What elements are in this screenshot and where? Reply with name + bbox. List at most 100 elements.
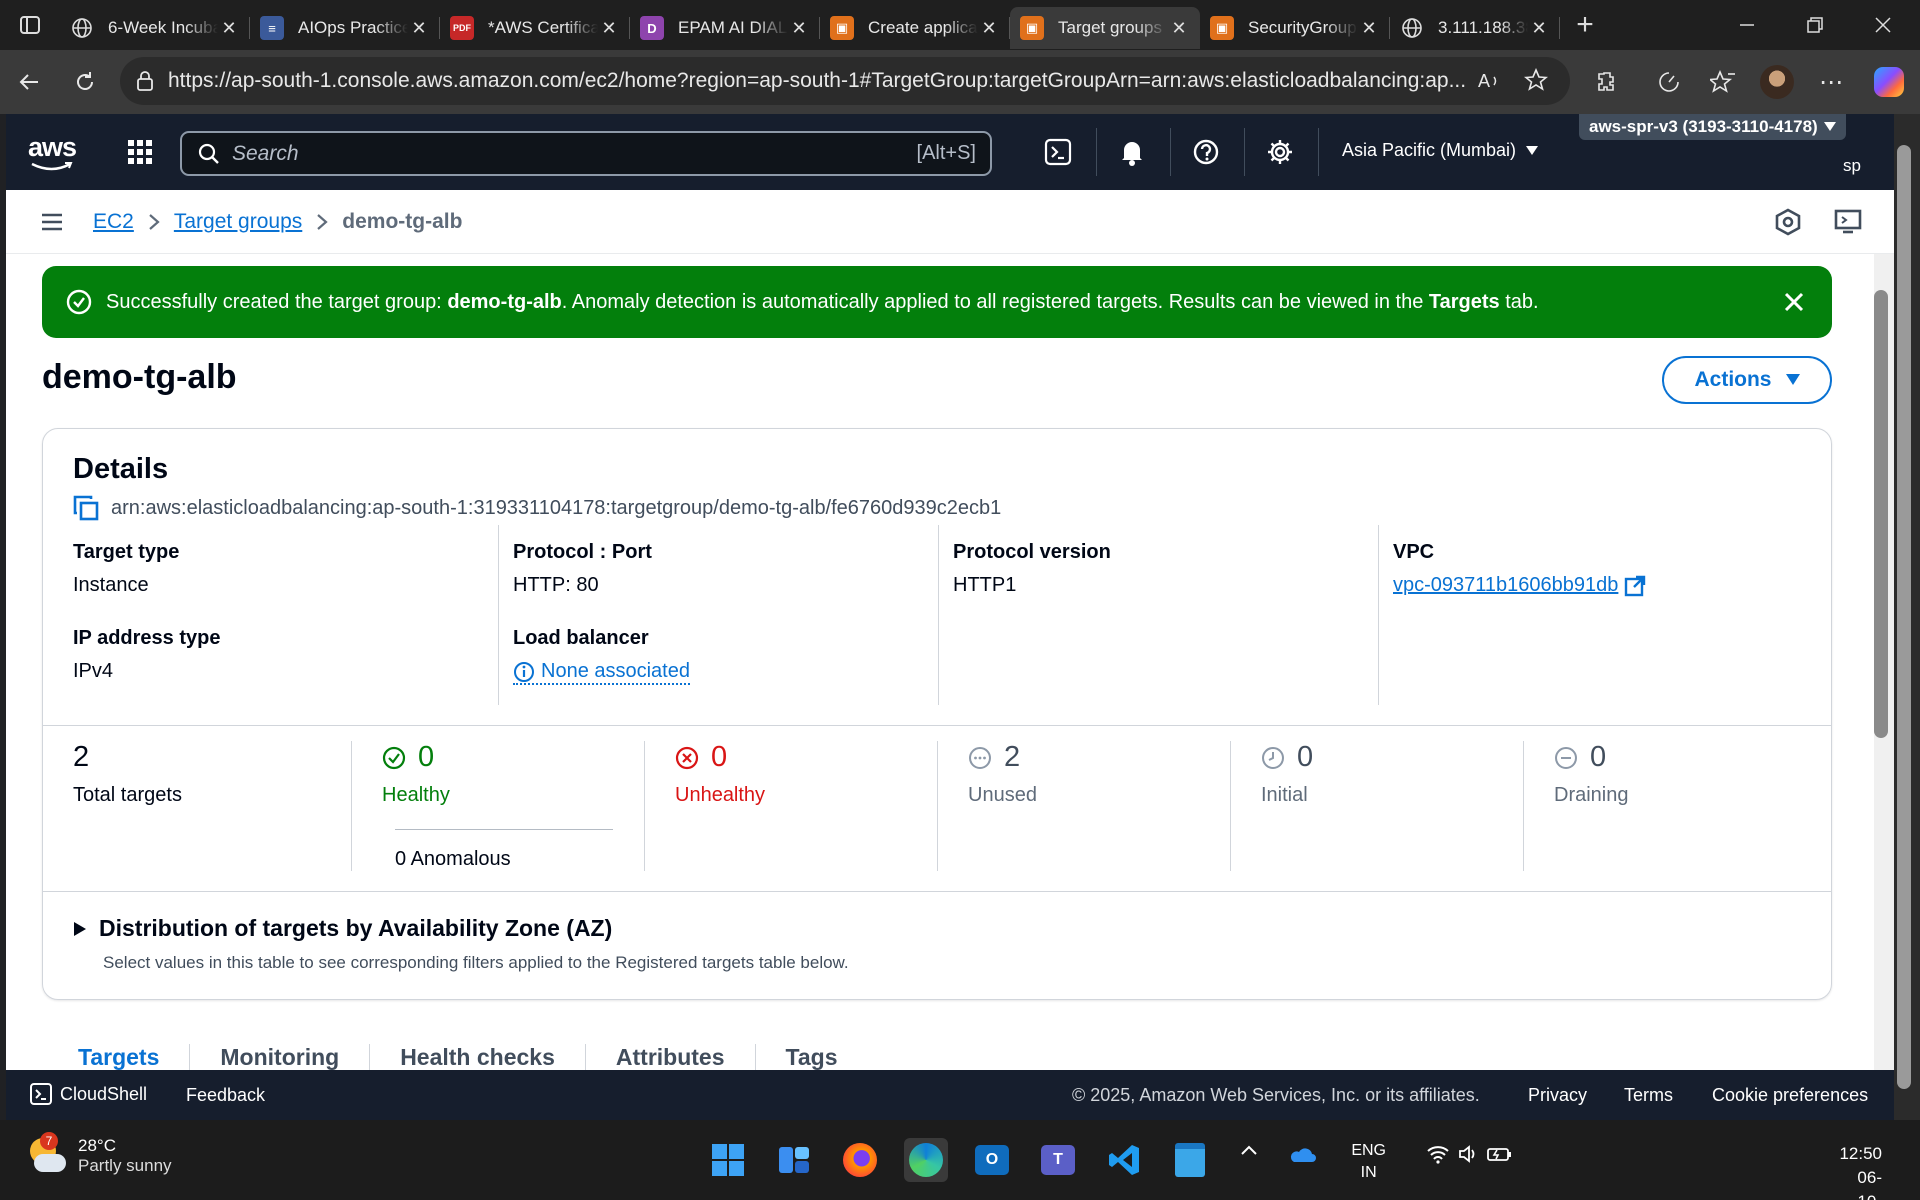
security-hexagon-icon[interactable] bbox=[1772, 206, 1804, 238]
breadcrumb-target-groups-link[interactable]: Target groups bbox=[174, 210, 302, 234]
region-selector[interactable]: Asia Pacific (Mumbai) bbox=[1342, 140, 1539, 161]
flash-targets-tab: Targets bbox=[1428, 290, 1500, 313]
cloudshell-icon[interactable] bbox=[1040, 134, 1076, 170]
browser-tab[interactable]: ≡ AIOps Practice ✕ bbox=[250, 7, 440, 49]
tab-targets[interactable]: Targets bbox=[42, 1044, 189, 1070]
url-bar[interactable]: https://ap-south-1.console.aws.amazon.co… bbox=[120, 57, 1570, 105]
teams-icon[interactable]: T bbox=[1036, 1138, 1080, 1182]
copilot-icon[interactable] bbox=[1866, 59, 1912, 105]
restore-icon[interactable] bbox=[1782, 0, 1848, 50]
outlook-icon[interactable]: O bbox=[970, 1138, 1014, 1182]
aws-logo[interactable]: aws bbox=[28, 132, 77, 171]
actions-button[interactable]: Actions bbox=[1662, 356, 1832, 404]
search-input[interactable] bbox=[232, 141, 872, 166]
close-tab-icon[interactable]: ✕ bbox=[788, 17, 810, 39]
performance-icon[interactable] bbox=[1646, 59, 1692, 105]
browser-tab[interactable]: PDF *AWS Certification ✕ bbox=[440, 7, 630, 49]
section-divider bbox=[43, 891, 1831, 892]
browser-tab[interactable]: D EPAM AI DIAL ✕ bbox=[630, 7, 820, 49]
vpc-link[interactable]: vpc-093711b1606bb91db bbox=[1393, 574, 1618, 597]
wifi-icon[interactable] bbox=[1426, 1144, 1450, 1164]
vscode-icon[interactable] bbox=[1102, 1138, 1146, 1182]
browser-tab-strip: 6-Week Incubation ✕ ≡ AIOps Practice ✕ P… bbox=[0, 0, 1920, 50]
more-menu-icon[interactable]: ⋯ bbox=[1808, 59, 1854, 105]
system-clock[interactable]: 12:50 06-10-2025 bbox=[1839, 1142, 1882, 1200]
tab-title: SecurityGroups bbox=[1248, 18, 1358, 37]
tab-attributes[interactable]: Attributes bbox=[584, 1044, 755, 1070]
firefox-icon[interactable] bbox=[838, 1138, 882, 1182]
widgets-icon[interactable] bbox=[772, 1138, 816, 1182]
globe-icon bbox=[1400, 16, 1424, 40]
distribution-expander[interactable]: Distribution of targets by Availability … bbox=[73, 915, 612, 942]
close-tab-icon[interactable]: ✕ bbox=[1528, 17, 1550, 39]
total-targets-value: 2 bbox=[73, 741, 90, 773]
unused-stat[interactable]: 2 Unused bbox=[937, 741, 1229, 871]
draining-stat[interactable]: 0 Draining bbox=[1523, 741, 1815, 871]
tab-title: Target groups bbox=[1058, 18, 1162, 37]
new-tab-icon[interactable]: + bbox=[1560, 0, 1610, 50]
chevron-up-icon[interactable] bbox=[1240, 1144, 1258, 1156]
account-menu[interactable]: aws-spr-v3 (3193-3110-4178) bbox=[1579, 114, 1846, 140]
back-icon[interactable] bbox=[6, 59, 52, 105]
details-column: VPC vpc-093711b1606bb91db bbox=[1378, 525, 1818, 705]
globe-icon bbox=[70, 16, 94, 40]
language-indicator[interactable]: ENG IN bbox=[1351, 1140, 1386, 1184]
close-tab-icon[interactable]: ✕ bbox=[408, 17, 430, 39]
tab-actions-icon[interactable] bbox=[0, 0, 60, 50]
tab-monitoring[interactable]: Monitoring bbox=[189, 1044, 369, 1070]
favorite-star-icon[interactable] bbox=[1524, 68, 1548, 92]
windows-start-icon[interactable] bbox=[706, 1138, 750, 1182]
tutorial-panel-icon[interactable] bbox=[1832, 206, 1864, 238]
help-icon[interactable] bbox=[1188, 134, 1224, 170]
onedrive-cloud-icon[interactable] bbox=[1288, 1144, 1316, 1164]
notepad-icon[interactable] bbox=[1168, 1138, 1212, 1182]
ip-type-label: IP address type bbox=[73, 627, 221, 649]
weather-widget[interactable]: 7 28°C Partly sunny bbox=[26, 1132, 172, 1176]
extensions-icon[interactable] bbox=[1584, 59, 1630, 105]
search-box[interactable]: [Alt+S] bbox=[180, 131, 992, 176]
close-tab-icon[interactable]: ✕ bbox=[1168, 17, 1190, 39]
initial-stat[interactable]: 0 Initial bbox=[1230, 741, 1522, 871]
close-tab-icon[interactable]: ✕ bbox=[218, 17, 240, 39]
settings-gear-icon[interactable] bbox=[1262, 134, 1298, 170]
notifications-bell-icon[interactable] bbox=[1114, 134, 1150, 170]
favorites-icon[interactable] bbox=[1700, 59, 1746, 105]
copy-icon[interactable] bbox=[73, 495, 99, 521]
anomalous-count: 0 Anomalous bbox=[395, 829, 613, 871]
tab-health-checks[interactable]: Health checks bbox=[369, 1044, 585, 1070]
account-user[interactable]: sp bbox=[1843, 156, 1861, 176]
unhealthy-stat[interactable]: 0 Unhealthy bbox=[644, 741, 936, 871]
content-scroll-thumb[interactable] bbox=[1874, 290, 1888, 738]
minimize-icon[interactable] bbox=[1714, 0, 1780, 50]
edge-icon[interactable] bbox=[904, 1138, 948, 1182]
read-aloud-icon[interactable]: A bbox=[1478, 69, 1502, 93]
browser-tab[interactable]: ▣ Create application ✕ bbox=[820, 7, 1010, 49]
close-window-icon[interactable] bbox=[1850, 0, 1916, 50]
close-tab-icon[interactable]: ✕ bbox=[1358, 17, 1380, 39]
services-grid-icon[interactable] bbox=[126, 138, 154, 166]
refresh-icon[interactable] bbox=[62, 59, 108, 105]
volume-icon[interactable] bbox=[1458, 1144, 1480, 1164]
side-nav-menu-icon[interactable] bbox=[40, 210, 64, 234]
target-type-label: Target type bbox=[73, 541, 180, 563]
close-tab-icon[interactable]: ✕ bbox=[598, 17, 620, 39]
page-scroll-thumb[interactable] bbox=[1897, 145, 1911, 1089]
browser-tab[interactable]: 3.111.188.38 ✕ bbox=[1390, 7, 1560, 49]
close-tab-icon[interactable]: ✕ bbox=[978, 17, 1000, 39]
privacy-link[interactable]: Privacy bbox=[1528, 1085, 1587, 1106]
cookie-preferences-link[interactable]: Cookie preferences bbox=[1712, 1085, 1868, 1106]
browser-tab-active[interactable]: ▣ Target groups ✕ bbox=[1010, 7, 1200, 49]
browser-tab[interactable]: ▣ SecurityGroups ✕ bbox=[1200, 7, 1390, 49]
load-balancer-popover[interactable]: None associated bbox=[513, 660, 690, 685]
feedback-link[interactable]: Feedback bbox=[186, 1085, 265, 1106]
breadcrumb-ec2-link[interactable]: EC2 bbox=[93, 210, 134, 234]
profile-avatar[interactable] bbox=[1754, 59, 1800, 105]
battery-icon[interactable] bbox=[1486, 1144, 1512, 1164]
close-icon[interactable] bbox=[1780, 288, 1808, 316]
browser-tab[interactable]: 6-Week Incubation ✕ bbox=[60, 7, 250, 49]
tab-tags[interactable]: Tags bbox=[754, 1044, 868, 1070]
svg-text:A: A bbox=[1478, 71, 1490, 91]
terms-link[interactable]: Terms bbox=[1624, 1085, 1673, 1106]
caret-down-icon bbox=[1823, 122, 1836, 132]
cloudshell-button[interactable]: CloudShell bbox=[30, 1083, 147, 1105]
